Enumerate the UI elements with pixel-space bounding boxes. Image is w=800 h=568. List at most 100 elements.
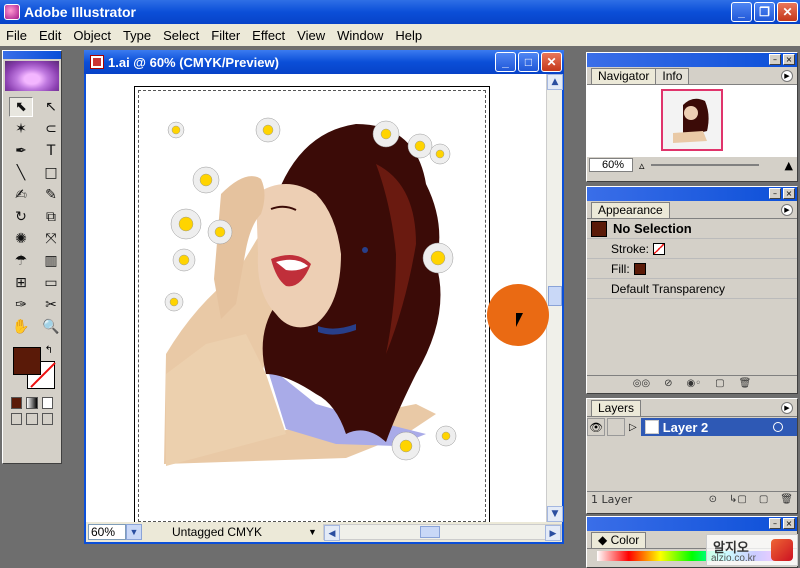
vertical-scroll-thumb[interactable]	[548, 286, 562, 306]
clear-appearance-icon[interactable]: ⊘	[664, 378, 672, 389]
appearance-close-button[interactable]: ×	[783, 188, 795, 199]
tab-info[interactable]: Info	[655, 68, 690, 84]
navigator-palette-header[interactable]: – ×	[587, 53, 797, 67]
graph-tool-icon[interactable]: ▥	[39, 251, 63, 271]
menu-help[interactable]: Help	[389, 28, 428, 43]
reduce-basic-appearance-icon[interactable]: ◉◦	[687, 378, 702, 389]
restore-button[interactable]: ❐	[754, 2, 775, 22]
doc-minimize-button[interactable]: _	[495, 52, 516, 72]
pencil-tool-icon[interactable]: ✎	[39, 185, 63, 205]
tab-navigator[interactable]: Navigator	[591, 68, 657, 84]
color-collapse-button[interactable]: –	[769, 518, 781, 529]
menu-view[interactable]: View	[291, 28, 331, 43]
paintbrush-tool-icon[interactable]: ✍	[9, 185, 33, 205]
canvas[interactable]	[86, 74, 546, 522]
pen-tool-icon[interactable]: ✒	[9, 141, 33, 161]
menu-edit[interactable]: Edit	[33, 28, 67, 43]
rectangle-tool-icon[interactable]: □	[39, 163, 63, 183]
expand-triangle-icon[interactable]: ▷	[627, 422, 639, 433]
delete-layer-icon[interactable]: 🗑	[780, 494, 793, 505]
vertical-scrollbar[interactable]: ▲ ▼	[546, 74, 563, 522]
zoom-dropdown-icon[interactable]: ▼	[126, 524, 142, 540]
navigator-zoom-field[interactable]: 60%	[589, 158, 633, 172]
swap-colors-icon[interactable]: ↰	[45, 345, 53, 356]
appearance-menu-icon[interactable]: ▶	[781, 204, 793, 216]
appearance-collapse-button[interactable]: –	[769, 188, 781, 199]
eyedropper-tool-icon[interactable]: ✑	[9, 295, 33, 315]
create-layer-icon[interactable]: ▢	[759, 494, 768, 505]
document-title-bar[interactable]: 1.ai @ 60% (CMYK/Preview) _ □ ✕	[84, 50, 564, 74]
layers-menu-icon[interactable]: ▶	[781, 402, 793, 414]
scroll-left-button[interactable]: ◀	[323, 525, 340, 541]
full-screen-mode-icon[interactable]	[41, 413, 53, 425]
tab-color[interactable]: ◆ Color	[591, 532, 647, 548]
warp-tool-icon[interactable]: ✺	[9, 229, 33, 249]
lock-toggle[interactable]	[607, 418, 625, 436]
color-profile-status[interactable]: Untagged CMYK	[172, 525, 308, 539]
color-palette-header[interactable]: – ×	[587, 517, 797, 531]
direct-selection-tool-icon[interactable]: ↖	[39, 97, 63, 117]
navigator-close-button[interactable]: ×	[783, 54, 795, 65]
hand-tool-icon[interactable]: ✋	[9, 317, 33, 337]
menu-window[interactable]: Window	[331, 28, 389, 43]
scroll-right-button[interactable]: ▶	[545, 525, 561, 541]
color-close-button[interactable]: ×	[783, 518, 795, 529]
menu-file[interactable]: File	[0, 28, 33, 43]
menu-filter[interactable]: Filter	[205, 28, 246, 43]
scissors-tool-icon[interactable]: ✂	[39, 295, 63, 315]
full-screen-menu-mode-icon[interactable]	[26, 413, 38, 425]
menu-select[interactable]: Select	[157, 28, 205, 43]
doc-maximize-button[interactable]: □	[518, 52, 539, 72]
menu-effect[interactable]: Effect	[246, 28, 291, 43]
create-sublayer-icon[interactable]: ↳▢	[729, 494, 747, 505]
mesh-tool-icon[interactable]: ⊞	[9, 273, 33, 293]
minimize-button[interactable]: _	[731, 2, 752, 22]
tab-appearance[interactable]: Appearance	[591, 202, 670, 218]
layer-row[interactable]: 👁 ▷ Layer 2	[587, 417, 797, 437]
type-tool-icon[interactable]: T	[39, 141, 63, 161]
navigator-menu-icon[interactable]: ▶	[781, 70, 793, 82]
delete-item-icon[interactable]: 🗑	[739, 378, 752, 389]
artwork[interactable]	[86, 74, 546, 522]
zoom-out-mountain-icon[interactable]: ▵	[639, 159, 645, 172]
none-mode-button[interactable]	[41, 397, 53, 409]
navigator-preview[interactable]	[587, 85, 797, 157]
status-menu-arrow-icon[interactable]: ▼	[308, 527, 317, 537]
zoom-in-mountain-icon[interactable]: ▲	[785, 159, 793, 172]
menu-object[interactable]: Object	[67, 28, 117, 43]
layer-target-icon[interactable]	[773, 422, 783, 432]
toolbox-header[interactable]	[3, 51, 61, 59]
new-art-basic-appearance-icon[interactable]: ◎◎	[633, 378, 650, 389]
transparency-row[interactable]: Default Transparency	[587, 279, 797, 299]
zoom-tool-icon[interactable]: 🔍	[39, 317, 63, 337]
navigator-collapse-button[interactable]: –	[769, 54, 781, 65]
visibility-eye-icon[interactable]: 👁	[587, 418, 605, 436]
menu-type[interactable]: Type	[117, 28, 157, 43]
fill-swatch[interactable]	[13, 347, 41, 375]
adobe-flower-logo[interactable]	[5, 61, 59, 91]
appearance-palette-header[interactable]: – ×	[587, 187, 797, 201]
make-clipping-mask-icon[interactable]: ⊙	[709, 494, 717, 505]
standard-screen-mode-icon[interactable]	[11, 413, 23, 425]
line-tool-icon[interactable]: ╲	[9, 163, 33, 183]
magic-wand-tool-icon[interactable]: ✶	[9, 119, 33, 139]
doc-close-button[interactable]: ✕	[541, 52, 562, 72]
scale-tool-icon[interactable]: ⧉	[39, 207, 63, 227]
fill-row[interactable]: Fill:	[587, 259, 797, 279]
layer-selected[interactable]: Layer 2	[640, 418, 797, 436]
gradient-mode-button[interactable]	[26, 397, 38, 409]
scroll-down-button[interactable]: ▼	[547, 506, 563, 522]
tab-layers[interactable]: Layers	[591, 400, 642, 416]
horizontal-scroll-thumb[interactable]	[419, 526, 440, 538]
navigator-zoom-slider[interactable]	[650, 164, 759, 166]
close-button[interactable]: ✕	[777, 2, 798, 22]
selection-tool-icon[interactable]: ⬉	[9, 97, 33, 117]
navigator-view-box[interactable]	[661, 89, 723, 151]
scroll-up-button[interactable]: ▲	[547, 74, 563, 90]
gradient-tool-icon[interactable]: ▭	[39, 273, 63, 293]
rotate-tool-icon[interactable]: ↻	[9, 207, 33, 227]
duplicate-item-icon[interactable]: ▢	[715, 378, 724, 389]
horizontal-scrollbar[interactable]: ◀ ▶	[322, 524, 562, 541]
symbol-sprayer-tool-icon[interactable]: ☂	[9, 251, 33, 271]
free-transform-tool-icon[interactable]: ⤧	[39, 229, 63, 249]
